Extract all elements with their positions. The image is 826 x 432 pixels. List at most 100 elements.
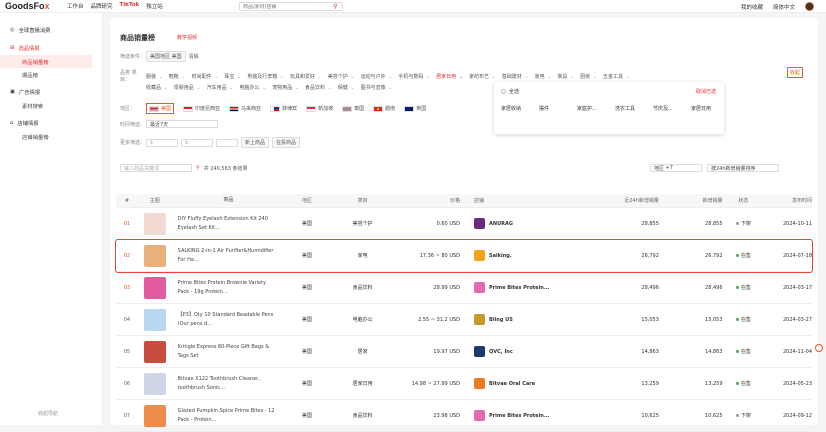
store[interactable]: Prime Bites Protein...: [466, 410, 589, 421]
nav-workbench[interactable]: 工作台: [67, 2, 84, 10]
new-goods-toggle[interactable]: 新上商品: [241, 137, 270, 148]
category-item[interactable]: 运动与户外: [361, 73, 386, 80]
logo[interactable]: GoodsFox: [5, 1, 67, 11]
language-select[interactable]: 简体中文: [773, 3, 795, 11]
cancel-selected[interactable]: 取消已选: [696, 88, 716, 95]
category-item[interactable]: 时尚配件: [192, 73, 212, 80]
table-row[interactable]: 03 Prime Bites Protein Brownie Variety Pa…: [116, 272, 812, 304]
product-image[interactable]: [138, 276, 172, 299]
category-item[interactable]: 食品饮料: [305, 84, 325, 91]
sidebar-item-hot[interactable]: 爆品榜: [10, 68, 102, 81]
table-row[interactable]: 06 Bitvae X122 Toothbrush Cleaner, toothb…: [116, 368, 812, 400]
category-item[interactable]: 宠物用品: [272, 84, 292, 91]
store-goods-toggle[interactable]: 在投商品: [272, 137, 301, 148]
product-name[interactable]: Kringle Express 80-Piece Gift Bags & Tag…: [172, 343, 279, 361]
select-all-checkbox[interactable]: [501, 89, 506, 94]
category-item[interactable]: 收藏品: [146, 84, 161, 91]
search-input[interactable]: [240, 3, 330, 10]
sidebar-item-live[interactable]: ◎ 全球直播消费: [10, 23, 102, 37]
region-option[interactable]: 英国: [404, 105, 426, 112]
search-icon[interactable]: ⚲: [196, 165, 200, 171]
subcategory-item[interactable]: 家庭护...: [577, 105, 615, 112]
price-max-input[interactable]: $: [181, 138, 213, 147]
sidebar-item-store[interactable]: ⌂ 店铺情报: [10, 116, 102, 130]
product-name[interactable]: Glazed Pumpkin Spice Prime Bites - 12 Pa…: [172, 407, 279, 425]
clear-conditions[interactable]: 清除: [189, 53, 199, 60]
subcategory-item[interactable]: 摆件: [539, 105, 577, 112]
subcategory-item[interactable]: 节庆及...: [653, 105, 691, 112]
category-item[interactable]: 家电: [535, 73, 545, 80]
avatar[interactable]: [805, 2, 814, 11]
category-item[interactable]: 鞋靴: [169, 73, 179, 80]
collapse-nav[interactable]: 收起导航: [38, 410, 58, 417]
category-item[interactable]: 珠宝: [224, 73, 234, 80]
subcategory-item[interactable]: 家居日用: [691, 105, 729, 112]
store[interactable]: Bling US: [466, 314, 589, 325]
category-item[interactable]: 电脑办公: [239, 84, 259, 91]
table-row[interactable]: 01 DIY Fluffy Eyelash Extension Kit 240 E…: [116, 208, 812, 240]
product-name[interactable]: Prime Bites Protein Brownie Variety Pack…: [172, 279, 279, 297]
store[interactable]: QVC, Inc: [466, 346, 589, 357]
category-item[interactable]: 基础建材: [502, 73, 522, 80]
product-name[interactable]: Bitvae X122 Toothbrush Cleaner, toothbru…: [172, 375, 279, 393]
product-name[interactable]: 【P3】Qty 10 Standard Beadable Pens (Our p…: [172, 311, 279, 329]
price-min-input[interactable]: $: [146, 138, 178, 147]
extra-input[interactable]: [216, 138, 238, 147]
region-option[interactable]: 越南: [373, 105, 395, 112]
table-row[interactable]: 05 Kringle Express 80-Piece Gift Bags & T…: [116, 336, 812, 368]
region-filter-select[interactable]: 地区 +7: [650, 164, 702, 172]
category-item[interactable]: 汽车用品: [207, 84, 227, 91]
category-item[interactable]: 男装及行李箱: [247, 73, 277, 80]
region-option[interactable]: 美国: [146, 103, 175, 114]
category-item[interactable]: 居家日用: [436, 73, 456, 80]
sidebar-item-ads[interactable]: ▣ 广告情报: [10, 85, 102, 99]
table-row[interactable]: 04 【P3】Qty 10 Standard Beadable Pens (Our…: [116, 304, 812, 336]
condition-tag[interactable]: 美国地区 美国: [146, 51, 186, 62]
category-item[interactable]: 家具: [557, 73, 567, 80]
category-item[interactable]: 服装: [146, 73, 156, 80]
store[interactable]: Salking.: [466, 250, 589, 261]
collect-link[interactable]: 我的收藏: [741, 3, 763, 11]
category-item[interactable]: 保健: [338, 84, 348, 91]
sidebar-item-material[interactable]: 素材搜索: [10, 99, 102, 112]
sort-select[interactable]: 按24h新增销量排序: [707, 164, 779, 172]
region-option[interactable]: 新加坡: [306, 105, 333, 112]
region-option[interactable]: 泰国: [342, 105, 364, 112]
category-item[interactable]: 图书与音像: [361, 84, 386, 91]
category-item[interactable]: 五金工具: [603, 73, 623, 80]
nav-indie[interactable]: 独立站: [146, 2, 163, 10]
subcategory-item[interactable]: 家居收纳: [501, 105, 539, 112]
product-name[interactable]: SALKING 2-in-1 Air Purifier&Humidifier F…: [172, 247, 279, 265]
tutorial-link[interactable]: 教学视频: [177, 34, 197, 41]
sidebar-item-selection[interactable]: ⊞ 选品情报: [10, 41, 102, 55]
nav-brand[interactable]: 品牌研究: [91, 2, 113, 10]
search-icon[interactable]: ⚲: [330, 2, 341, 11]
region-option[interactable]: 菲律宾: [270, 105, 297, 112]
product-image[interactable]: [138, 308, 172, 331]
store[interactable]: Bitvae Oral Care: [466, 378, 589, 389]
table-row[interactable]: 07 Glazed Pumpkin Spice Prime Bites - 12 …: [116, 400, 812, 432]
product-search-input[interactable]: 输入商品关键词: [120, 164, 192, 172]
store[interactable]: Prime Bites Protein...: [466, 282, 589, 293]
product-image[interactable]: [138, 372, 172, 395]
product-name[interactable]: DIY Fluffy Eyelash Extension Kit 240 Eye…: [172, 215, 279, 233]
category-item[interactable]: 玩具和爱好: [290, 73, 315, 80]
category-item[interactable]: 母婴用品: [174, 84, 194, 91]
category-item[interactable]: 手机与数码: [398, 73, 423, 80]
region-option[interactable]: 马来西亚: [229, 105, 261, 112]
subcategory-item[interactable]: 洗衣工具: [615, 105, 653, 112]
store[interactable]: ANURAG: [466, 218, 589, 229]
collapse-button[interactable]: 收起: [787, 67, 804, 78]
sidebar-item-store-rank[interactable]: 店铺销量榜: [10, 130, 102, 143]
category-item[interactable]: 家纺布艺: [469, 73, 489, 80]
product-image[interactable]: [138, 244, 172, 267]
product-image[interactable]: [138, 212, 172, 235]
nav-tiktok[interactable]: TikTok: [120, 2, 140, 10]
category-item[interactable]: 美容个护: [328, 73, 348, 80]
product-image[interactable]: [138, 340, 172, 363]
category-item[interactable]: 厨房: [580, 73, 590, 80]
sidebar-item-sales-rank[interactable]: 商品销量榜: [0, 55, 92, 68]
help-float-button[interactable]: [815, 344, 823, 352]
table-row[interactable]: 02 SALKING 2-in-1 Air Purifier&Humidifier…: [115, 239, 813, 273]
region-option[interactable]: 印度尼西亚: [183, 105, 220, 112]
